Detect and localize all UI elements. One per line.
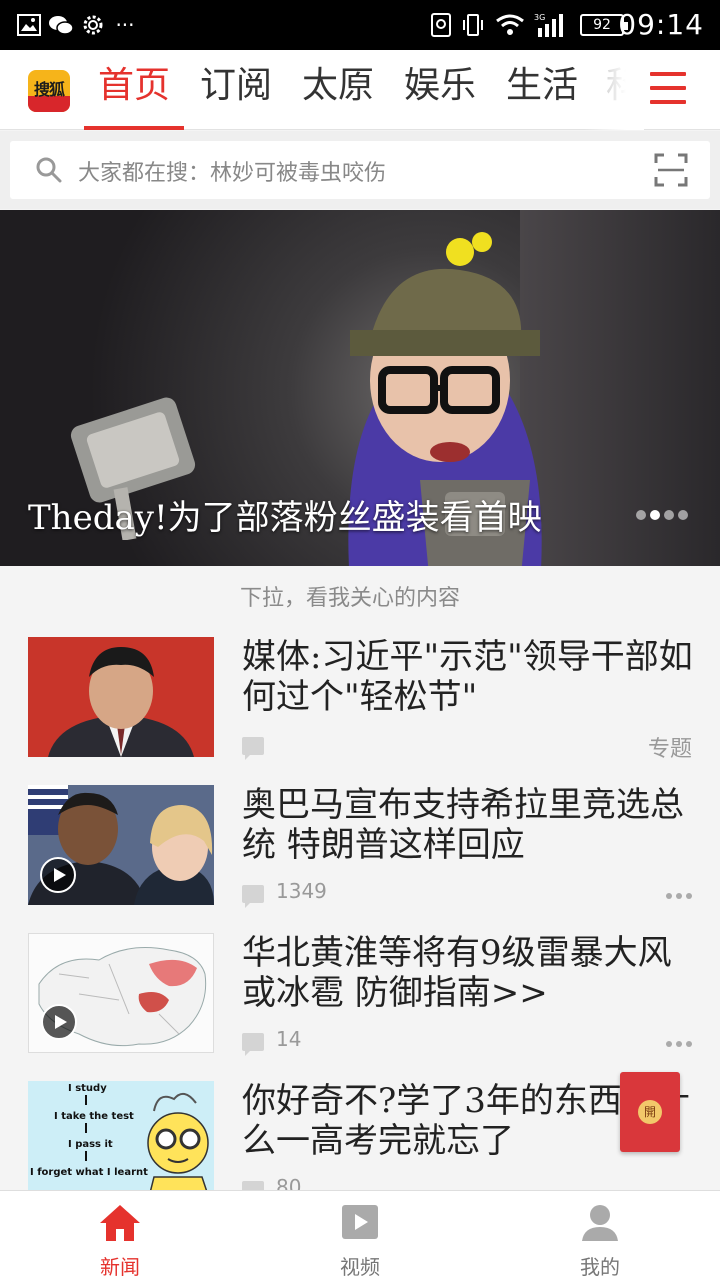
featured-banner[interactable]: Theday!为了部落粉丝盛装看首映 (0, 210, 720, 566)
menu-bar (650, 72, 686, 76)
tab-taiyuan[interactable]: 太原 (288, 60, 388, 130)
profile-icon (582, 1205, 618, 1241)
topic-tag: 专题 (647, 737, 692, 762)
menu-bar (650, 86, 686, 90)
wifi-icon (494, 12, 526, 38)
more-notifications-icon: ··· (115, 13, 135, 37)
tabs-fade (584, 50, 644, 130)
banner-title: Theday!为了部落粉丝盛装看首映 (28, 498, 542, 538)
cellular-signal-icon: 3G (534, 12, 570, 38)
comment-count: 14 (276, 1027, 302, 1051)
comment-icon (242, 1033, 264, 1056)
search-bar[interactable]: 大家都在搜：林妙可被毒虫咬伤 (10, 141, 710, 199)
news-item[interactable]: 媒体:习近平"示范"领导干部如何过个"轻松节" 专题 (0, 637, 720, 785)
comment-icon (242, 885, 264, 908)
video-icon (342, 1205, 378, 1239)
search-area: 大家都在搜：林妙可被毒虫咬伤 (0, 131, 720, 209)
comic-image: I study I take the test I pass it I forg… (28, 1081, 214, 1201)
tab-subscribe[interactable]: 订阅 (186, 60, 286, 130)
nav-label: 新闻 (100, 1255, 140, 1279)
comment-icon (242, 737, 264, 760)
carousel-dot (678, 510, 688, 520)
news-thumbnail: I study I take the test I pass it I forg… (28, 1081, 214, 1201)
tab-home[interactable]: 首页 (84, 60, 184, 130)
tab-label: 娱乐 (403, 65, 476, 106)
svg-text:3G: 3G (534, 13, 545, 22)
nav-label: 我的 (580, 1255, 620, 1279)
vibrate-icon (460, 12, 486, 38)
pull-down-hint: 下拉，看我关心的内容 (240, 586, 461, 611)
news-thumbnail (28, 785, 214, 905)
news-headline: 奥巴马宣布支持希拉里竞选总统 特朗普这样回应 (242, 785, 684, 865)
news-item[interactable]: 华北黄淮等将有9级雷暴大风或冰雹 防御指南>> 14 (0, 933, 720, 1081)
status-time: 09:14 (618, 8, 704, 41)
comic-line: I study (68, 1083, 107, 1094)
bottom-navigation: 新闻 视频 我的 (0, 1190, 720, 1280)
comic-line: I take the test (54, 1111, 134, 1122)
portrait-image (28, 637, 214, 757)
tab-label: 订阅 (199, 65, 272, 106)
carousel-dot (664, 510, 674, 520)
settings-gear-icon (80, 12, 106, 38)
news-headline: 媒体:习近平"示范"领导干部如何过个"轻松节" (242, 637, 693, 717)
comic-line: I pass it (68, 1139, 113, 1150)
news-headline: 华北黄淮等将有9级雷暴大风或冰雹 防御指南>> (242, 933, 672, 1013)
channel-menu-button[interactable] (650, 72, 686, 108)
red-packet-button[interactable]: 開 (620, 1072, 680, 1152)
tab-life[interactable]: 生活 (492, 60, 592, 130)
status-bar: ··· 3G 92 09:14 (0, 0, 720, 50)
home-icon (100, 1205, 140, 1241)
gallery-icon (16, 12, 42, 38)
comic-line: I forget what I learnt (30, 1167, 148, 1178)
news-thumbnail (28, 637, 214, 757)
comment-count: 1349 (276, 879, 327, 903)
active-tab-underline (84, 126, 184, 130)
channel-tabs: 首页 订阅 太原 娱乐 生活 科 (84, 50, 644, 130)
logo-text: 搜狐 (33, 80, 65, 99)
lock-screen-icon (430, 12, 452, 38)
top-nav: 搜狐 首页 订阅 太原 娱乐 生活 科 (0, 50, 720, 130)
tab-entertainment[interactable]: 娱乐 (390, 60, 490, 130)
tab-label: 太原 (301, 65, 374, 106)
more-options-icon[interactable] (666, 1041, 692, 1047)
news-item[interactable]: 奥巴马宣布支持希拉里竞选总统 特朗普这样回应 1349 (0, 785, 720, 933)
nav-profile[interactable]: 我的 (480, 1191, 720, 1280)
nav-label: 视频 (340, 1255, 380, 1279)
wechat-icon (48, 12, 74, 38)
video-play-icon (40, 857, 76, 893)
search-hint: 大家都在搜：林妙可被毒虫咬伤 (78, 161, 387, 186)
more-options-icon[interactable] (666, 893, 692, 899)
carousel-dots (636, 510, 688, 520)
nav-video[interactable]: 视频 (240, 1191, 480, 1280)
search-icon (36, 157, 62, 183)
tab-label: 首页 (97, 65, 170, 106)
red-packet-seal: 開 (638, 1100, 662, 1124)
scan-qr-icon[interactable] (654, 153, 688, 187)
carousel-dot (636, 510, 646, 520)
nav-news[interactable]: 新闻 (0, 1191, 240, 1280)
video-play-icon (41, 1004, 77, 1040)
menu-bar (650, 100, 686, 104)
tab-label: 生活 (505, 65, 578, 106)
carousel-dot-active (650, 510, 660, 520)
sohu-logo[interactable]: 搜狐 (28, 70, 70, 112)
news-thumbnail (28, 933, 214, 1053)
